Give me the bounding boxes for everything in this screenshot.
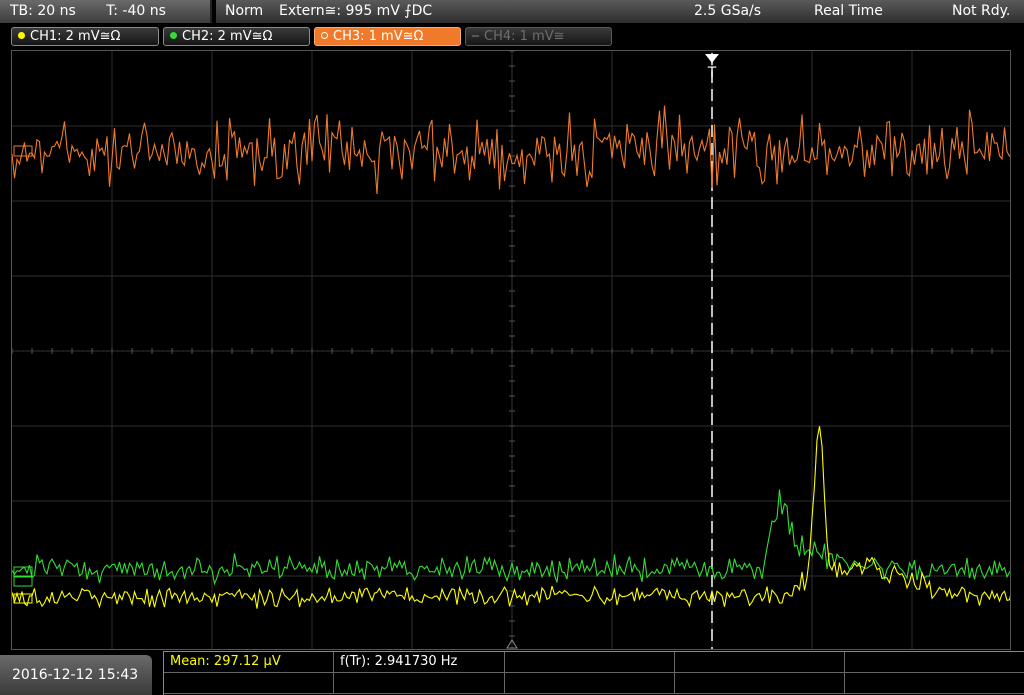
measurement-slot-3: [505, 652, 675, 673]
tab-ch1[interactable]: CH1: 2 mV≅Ω: [11, 27, 159, 46]
ch1-label: CH1: 2 mV≅Ω: [30, 29, 121, 44]
ch3-indicator-icon: [321, 32, 328, 39]
channel-ground-markers: [13, 145, 33, 604]
measurement-slot-8: [505, 673, 675, 694]
tab-ch2[interactable]: CH2: 2 mV≅Ω: [163, 27, 310, 46]
tab-ch3[interactable]: CH3: 1 mV≅Ω: [314, 27, 461, 46]
trigger-mode: Norm: [225, 3, 264, 19]
bottom-bar: 2016-12-12 15:43 Mean: 297.12 µV f(Tr): …: [0, 651, 1024, 695]
tab-ch4[interactable]: CH4: 1 mV≅: [465, 27, 612, 46]
run-status: Not Rdy.: [952, 3, 1011, 19]
measurement-slot-5: [845, 652, 1024, 673]
mean-measurement: Mean: 297.12 µV: [164, 652, 334, 673]
ch4-indicator-icon: [472, 35, 479, 37]
ch2-label: CH2: 2 mV≅Ω: [182, 29, 273, 44]
measurement-slot-10: [845, 673, 1024, 694]
timebase-value: TB: 20 ns: [10, 3, 76, 19]
waveform-canvas: T: [12, 51, 1010, 649]
measurement-slot-4: [675, 652, 845, 673]
ch1-indicator-icon: [18, 32, 25, 39]
waveform-display[interactable]: T: [11, 50, 1011, 650]
trigger-time-value: T: -40 ns: [106, 3, 166, 19]
sample-rate: 2.5 GSa/s: [694, 3, 762, 19]
measurement-slot-9: [675, 673, 845, 694]
acquisition-status[interactable]: Norm Extern≅: 995 mV ⨍DC 2.5 GSa/s Real …: [216, 0, 1024, 23]
ch2-indicator-icon: [170, 32, 177, 39]
measurement-panel[interactable]: Mean: 297.12 µV f(Tr): 2.941730 Hz: [163, 651, 1024, 695]
top-status-bar: TB: 20 ns T: -40 ns Norm Extern≅: 995 mV…: [0, 0, 1024, 24]
ch3-label: CH3: 1 mV≅Ω: [333, 29, 424, 44]
trigger-source: Extern≅: 995 mV ⨍DC: [279, 3, 433, 19]
measurement-slot-7: [334, 673, 505, 694]
trigger-marker-label: T: [707, 65, 717, 81]
ch4-label: CH4: 1 mV≅: [484, 29, 565, 44]
date-time: 2016-12-12 15:43: [0, 655, 152, 695]
ch2-ground-marker-2-icon[interactable]: [13, 576, 33, 587]
timebase-box[interactable]: TB: 20 ns T: -40 ns: [0, 0, 212, 23]
trigger-position-icon[interactable]: [705, 54, 719, 63]
measurement-slot-6: [164, 673, 334, 694]
channel-tab-bar: CH1: 2 mV≅Ω CH2: 2 mV≅Ω CH3: 1 mV≅Ω CH4:…: [0, 25, 1024, 49]
frequency-measurement: f(Tr): 2.941730 Hz: [334, 652, 505, 673]
acquisition-mode: Real Time: [814, 3, 883, 19]
